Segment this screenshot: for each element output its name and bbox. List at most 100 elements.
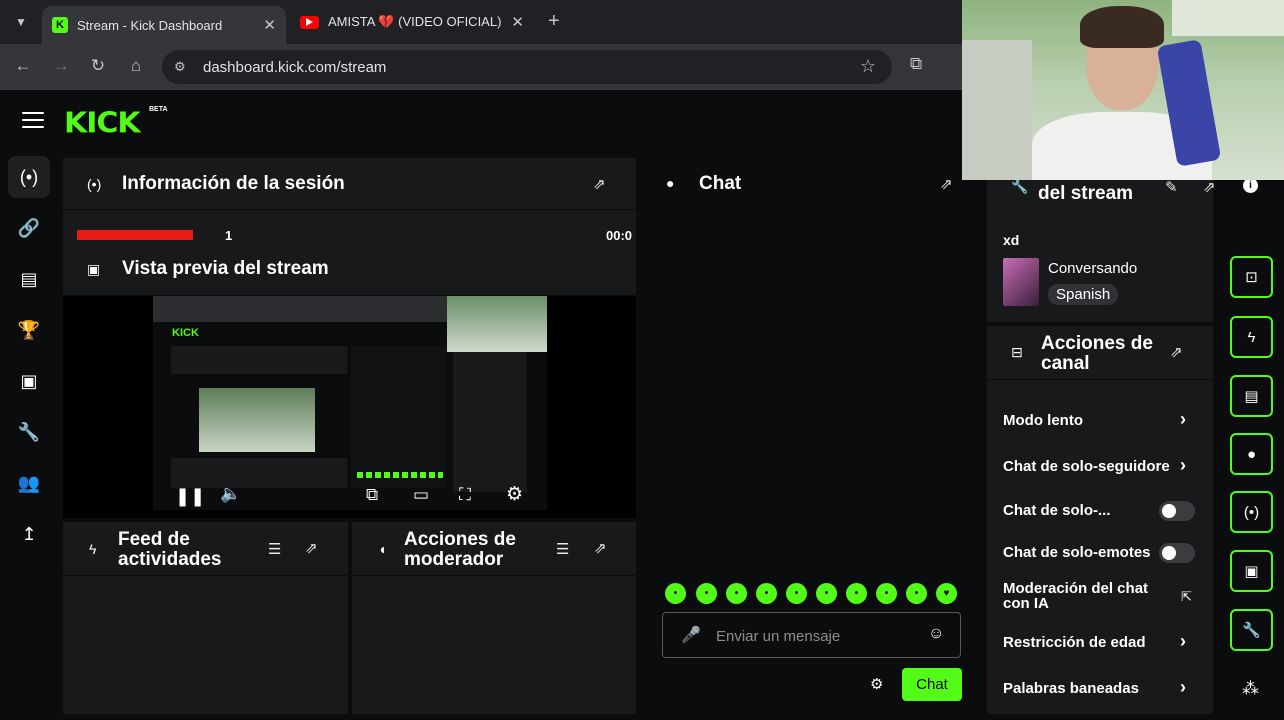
tab-youtube[interactable]: AMISTA 💔 (VIDEO OFICIAL) | Ĳ ✕ [290, 6, 534, 38]
emote-icon[interactable]: • [726, 583, 747, 604]
session-info-panel: (•) Información de la sesión ⇗ 1 00:0 [63, 158, 636, 243]
beta-badge: BETA [149, 106, 168, 113]
panel-title: Chat [699, 173, 742, 194]
side-nav: (•) 🔗 ▤ 🏆 ▣ 🔧 👥 ↥ [8, 156, 50, 564]
theater-icon[interactable]: ▭ [413, 485, 429, 505]
volume-icon[interactable]: 🔈 [220, 484, 241, 504]
language-tag: Spanish [1048, 284, 1119, 305]
people-icon[interactable]: ▣ [1230, 550, 1273, 592]
subscribers-only-toggle[interactable] [1159, 501, 1195, 521]
wrench-icon[interactable]: 🔧 [8, 411, 50, 453]
chat-input[interactable]: 🎤 Enviar un mensaje ☺ [662, 612, 961, 658]
popout-icon[interactable]: ⇗ [1170, 343, 1183, 361]
site-info-icon[interactable]: ⚙ [174, 59, 186, 75]
popout-icon[interactable]: ⇗ [1203, 178, 1216, 196]
forward-icon[interactable]: → [50, 56, 72, 76]
emote-icon[interactable]: ♥ [936, 583, 957, 604]
tab-title: Stream - Kick Dashboard [77, 17, 223, 33]
popout-icon[interactable]: ⇗ [940, 175, 953, 193]
chart-icon[interactable]: ▤ [8, 258, 50, 300]
popout-icon[interactable]: ⇗ [594, 539, 607, 557]
address-bar[interactable]: ⚙ dashboard.kick.com/stream ☆ [162, 50, 892, 84]
broadcast-icon[interactable]: (•) [1230, 491, 1273, 533]
close-tab-icon[interactable]: ✕ [263, 16, 276, 34]
moderator-actions-panel: ◖ Acciones de moderador ☰ ⇗ [352, 522, 636, 714]
video-icon[interactable]: ▣ [8, 360, 50, 402]
more-icon[interactable]: ⁂ [1242, 679, 1259, 699]
emotes-only-toggle[interactable] [1159, 543, 1195, 563]
row-label: Chat de solo-emotes [1003, 544, 1151, 561]
preview-right-panel [453, 352, 527, 492]
tab-search-icon[interactable]: ▼ [8, 9, 34, 35]
upload-icon[interactable]: ↥ [8, 513, 50, 555]
panel-title: Vista previa del stream [122, 258, 329, 279]
chat-settings-icon[interactable]: ⚙ [870, 675, 883, 693]
chevron-right-icon: › [1180, 631, 1186, 651]
popout-icon[interactable]: ⇗ [305, 539, 318, 557]
title-line-1: Acciones de [1041, 333, 1153, 354]
popout-icon[interactable]: ⇗ [593, 175, 606, 193]
close-tab-icon[interactable]: ✕ [511, 13, 524, 31]
stream-info-panel: 🔧 Informacióndel stream ✎ ⇗ xd Conversan… [987, 158, 1216, 322]
kick-logo[interactable]: KICK [64, 107, 141, 140]
emote-icon[interactable]: • [786, 583, 807, 604]
home-icon[interactable]: ⌂ [125, 56, 147, 76]
panel-header: ◖ Acciones de moderador ☰ ⇗ [352, 522, 636, 576]
title-line-2: moderador [404, 549, 504, 570]
emote-icon[interactable]: • [665, 583, 686, 604]
filter-icon[interactable]: ☰ [268, 540, 281, 558]
stream-preview-panel: ▣ Vista previa del stream KICK ❚❚ 🔈 ⧉ ▭ … [63, 242, 636, 518]
menu-icon[interactable] [22, 112, 44, 133]
chat-icon[interactable]: ● [1230, 433, 1273, 475]
users-icon[interactable]: 👥 [8, 462, 50, 504]
wrench-icon: 🔧 [1011, 178, 1029, 194]
tab-title: AMISTA 💔 (VIDEO OFICIAL) | Ĳ [328, 14, 504, 29]
extensions-icon[interactable]: ⧉ [910, 54, 922, 74]
webcam-person-hair [1080, 6, 1164, 48]
broadcast-icon[interactable]: (•) [8, 156, 50, 198]
fullscreen-icon[interactable]: ⛶ [459, 485, 471, 505]
pip-icon[interactable]: ⧉ [366, 485, 378, 505]
panel-header: ▣ Vista previa del stream [63, 242, 636, 296]
send-chat-button[interactable]: Chat [902, 668, 962, 701]
settings-icon[interactable]: ⚙ [506, 483, 523, 506]
row-label: Moderación del chat con IA [1003, 580, 1149, 612]
bolt-icon[interactable]: ϟ [1230, 316, 1273, 358]
pause-icon[interactable]: ❚❚ [175, 486, 205, 507]
emoji-icon[interactable]: ☺ [928, 625, 944, 643]
emote-icon[interactable]: • [696, 583, 717, 604]
emote-icon[interactable]: • [846, 583, 867, 604]
emote-icon[interactable]: • [906, 583, 927, 604]
info-icon[interactable]: i [1243, 178, 1258, 193]
edit-icon[interactable]: ✎ [1165, 178, 1178, 196]
chevron-right-icon: › [1180, 677, 1186, 697]
preview-browser-chrome [153, 296, 453, 322]
webcam-overlay [962, 0, 1284, 180]
new-tab-icon[interactable]: + [548, 10, 560, 33]
notes-icon[interactable]: ▤ [1230, 375, 1273, 417]
link-icon[interactable]: 🔗 [8, 207, 50, 249]
emote-icon[interactable]: • [876, 583, 897, 604]
chevron-right-icon: › [1180, 455, 1186, 475]
preview-chat-panel [351, 346, 447, 488]
back-icon[interactable]: ← [12, 56, 34, 76]
url-text: dashboard.kick.com/stream [203, 59, 387, 76]
chevron-right-icon: › [1180, 409, 1186, 429]
category-name[interactable]: Conversando [1048, 260, 1137, 277]
bookmark-star-icon[interactable]: ☆ [860, 56, 876, 77]
panel-title: Acciones de moderador [404, 530, 516, 570]
title-line-1: Acciones de [404, 529, 516, 550]
camera-icon[interactable]: ⊡ [1230, 256, 1273, 298]
trophy-icon[interactable]: 🏆 [8, 309, 50, 351]
reload-icon[interactable]: ↻ [87, 56, 109, 76]
preview-emotes [357, 472, 443, 478]
filter-icon[interactable]: ☰ [556, 540, 569, 558]
emote-icon[interactable]: • [816, 583, 837, 604]
stream-preview-video[interactable]: KICK [153, 296, 547, 510]
wrench-icon[interactable]: 🔧 [1230, 609, 1273, 651]
category-thumbnail [1003, 258, 1039, 306]
emote-icon[interactable]: • [756, 583, 777, 604]
microphone-icon[interactable]: 🎤 [681, 625, 701, 645]
tab-kick-dashboard[interactable]: K Stream - Kick Dashboard ✕ [42, 6, 286, 44]
session-time: 00:0 [606, 228, 633, 243]
